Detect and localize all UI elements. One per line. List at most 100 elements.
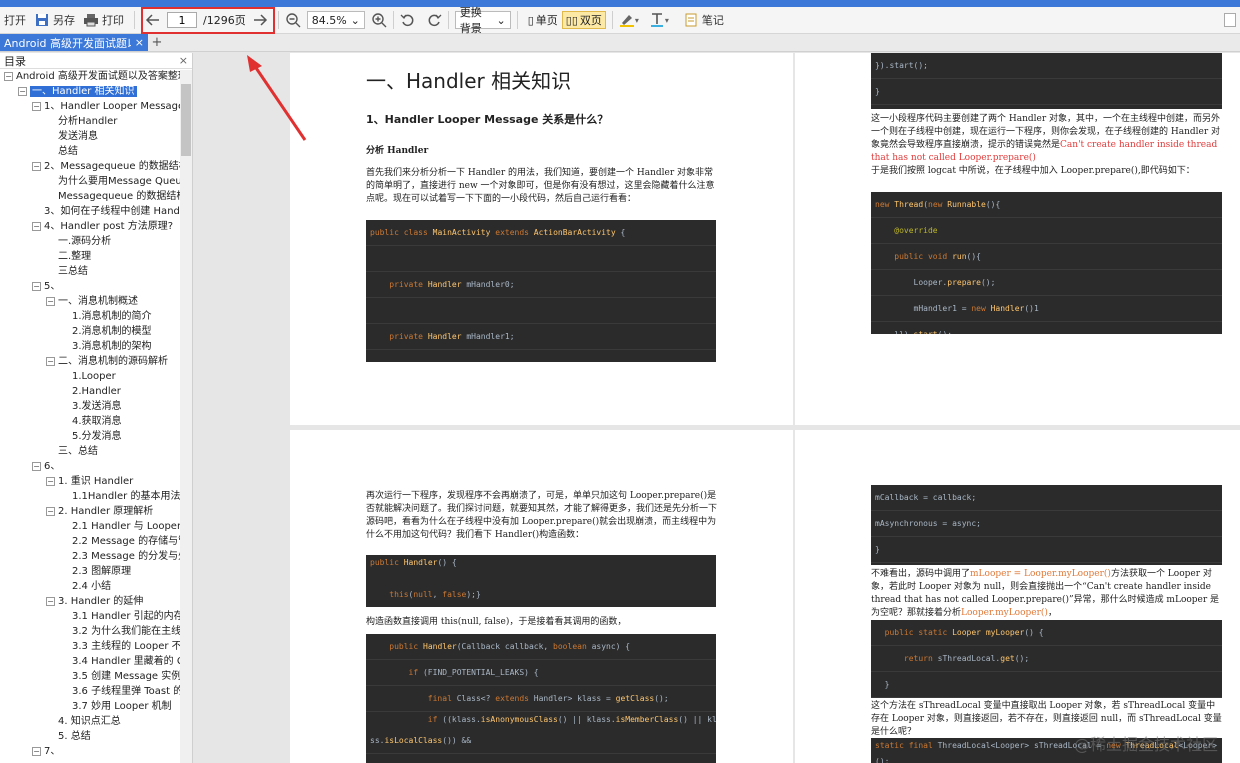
toc-item[interactable]: −2、Messagequeue 的数据结构是 bbox=[0, 159, 180, 174]
collapse-icon[interactable]: − bbox=[46, 476, 55, 486]
collapse-icon[interactable]: − bbox=[46, 356, 55, 366]
code-block: mCallback = callback; mAsynchronous = as… bbox=[871, 485, 1222, 565]
toc-item[interactable]: 3.消息机制的架构 bbox=[0, 339, 180, 354]
add-tab-button[interactable]: + bbox=[148, 34, 166, 51]
toc-item[interactable]: 4. 知识点汇总 bbox=[0, 714, 180, 729]
toc-item[interactable]: −2. Handler 原理解析 bbox=[0, 504, 180, 519]
toc-item[interactable]: 3.2 为什么我们能在主线程 bbox=[0, 624, 180, 639]
toc-item[interactable]: 为什么要用Message Queue bbox=[0, 174, 180, 189]
toc-item[interactable]: 3.5 创建 Message 实例的 bbox=[0, 669, 180, 684]
rotate-right-icon[interactable] bbox=[426, 12, 442, 28]
toc-item[interactable]: 3、如何在子线程中创建 Handler? bbox=[0, 204, 180, 219]
toc-item[interactable]: −1、Handler Looper Message 关 bbox=[0, 99, 180, 114]
zoom-out-icon[interactable] bbox=[285, 12, 301, 28]
toc-item[interactable]: 2.Handler bbox=[0, 384, 180, 399]
collapse-icon[interactable]: − bbox=[46, 296, 55, 306]
paragraph: 再次运行一下程序，发现程序不会再崩溃了，可是，单单只加这句 Looper.pre… bbox=[366, 491, 718, 540]
chevron-down-icon[interactable]: ▾ bbox=[635, 16, 639, 25]
collapse-icon[interactable]: − bbox=[46, 596, 55, 606]
collapse-icon[interactable]: − bbox=[32, 746, 41, 756]
toc-item[interactable]: −4、Handler post 方法原理? bbox=[0, 219, 180, 234]
chevron-down-icon[interactable]: ▾ bbox=[665, 16, 669, 25]
double-page-icon: ▯▯ bbox=[565, 13, 578, 27]
save-as-button[interactable]: 另存 bbox=[30, 9, 79, 31]
toc-item[interactable]: −5、 bbox=[0, 279, 180, 294]
single-page-toggle[interactable]: ▯ 单页 bbox=[524, 11, 562, 29]
toc-item[interactable]: 3.1 Handler 引起的内存泄 bbox=[0, 609, 180, 624]
toc-item[interactable]: 三、总结 bbox=[0, 444, 180, 459]
chevron-down-icon: ⌄ bbox=[350, 13, 360, 27]
sidebar-scrollbar[interactable] bbox=[180, 70, 192, 763]
toc-item-label: 1.1Handler 的基本用法 bbox=[72, 491, 180, 502]
toc-item[interactable]: 2.1 Handler 与 Looper 的 bbox=[0, 519, 180, 534]
highlighter-icon[interactable] bbox=[619, 12, 635, 28]
collapse-icon[interactable]: − bbox=[32, 161, 41, 171]
toc-item[interactable]: 1.1Handler 的基本用法 bbox=[0, 489, 180, 504]
background-select[interactable]: 更换背景 ⌄ bbox=[454, 6, 511, 35]
code-line: final Class<? extends Handler> klass = g… bbox=[366, 686, 716, 712]
toc-item-label: 2.3 图解原理 bbox=[72, 566, 132, 577]
close-icon[interactable]: × bbox=[179, 54, 188, 67]
zoom-in-icon[interactable] bbox=[371, 12, 387, 28]
section-heading: 1、Handler Looper Message 关系是什么？ bbox=[366, 113, 609, 126]
page-3: 再次运行一下程序，发现程序不会再崩溃了，可是，单单只加这句 Looper.pre… bbox=[290, 430, 793, 763]
open-button[interactable]: 打开 bbox=[0, 9, 30, 31]
toc-item[interactable]: −3. Handler 的延伸 bbox=[0, 594, 180, 609]
collapse-icon[interactable]: − bbox=[32, 101, 41, 111]
toc-item[interactable]: 二.整理 bbox=[0, 249, 180, 264]
toc-item[interactable]: 总结 bbox=[0, 144, 180, 159]
rotate-left-icon[interactable] bbox=[400, 12, 416, 28]
toc-item[interactable]: 2.3 图解原理 bbox=[0, 564, 180, 579]
toc-item[interactable]: 3.发送消息 bbox=[0, 399, 180, 414]
toc-item[interactable]: 1.消息机制的简介 bbox=[0, 309, 180, 324]
toc-item[interactable]: 2.3 Message 的分发与处理 bbox=[0, 549, 180, 564]
toc-item[interactable]: −7、 bbox=[0, 744, 180, 759]
toc-item[interactable]: 一.源码分析 bbox=[0, 234, 180, 249]
code-line: }).start(); bbox=[871, 53, 1222, 79]
tab-bar: Android 高级开发面试题以及答 × + bbox=[0, 34, 1240, 52]
toc-item[interactable]: 4.获取消息 bbox=[0, 414, 180, 429]
tab-document[interactable]: Android 高级开发面试题以及答 × bbox=[0, 34, 148, 51]
close-icon[interactable]: × bbox=[135, 36, 144, 49]
collapse-icon[interactable]: − bbox=[4, 71, 13, 81]
toc-item[interactable]: 3.3 主线程的 Looper 不允 bbox=[0, 639, 180, 654]
zoom-select[interactable]: 84.5% ⌄ bbox=[306, 11, 365, 29]
toc-item[interactable]: −1. 重识 Handler bbox=[0, 474, 180, 489]
note-icon bbox=[683, 12, 699, 28]
toc-item[interactable]: − 一、Handler 相关知识 bbox=[0, 84, 180, 99]
toc-item[interactable]: 1.Looper bbox=[0, 369, 180, 384]
paragraph: 于是我们按照 logcat 中所说，在子线程中加入 Looper.prepare… bbox=[871, 166, 1195, 176]
toc-item[interactable]: − 二、消息机制的源码解析 bbox=[0, 354, 180, 369]
toc-item[interactable]: 2.4 小结 bbox=[0, 579, 180, 594]
collapse-icon[interactable]: − bbox=[18, 86, 27, 96]
toc-item[interactable]: 分析Handler bbox=[0, 114, 180, 129]
toc-item[interactable]: 三总结 bbox=[0, 264, 180, 279]
code-line: } bbox=[871, 537, 1222, 563]
toc-item-label: 4. 知识点汇总 bbox=[58, 716, 121, 727]
toc-item[interactable]: 2.消息机制的模型 bbox=[0, 324, 180, 339]
toc-item-label: Android 高级开发面试题以及答案整理 bbox=[16, 71, 180, 82]
collapse-icon[interactable]: − bbox=[32, 281, 41, 291]
toc-item[interactable]: 5.分发消息 bbox=[0, 429, 180, 444]
code-line: return sThreadLocal.get(); bbox=[871, 646, 1222, 672]
panel-toggle-icon[interactable] bbox=[1224, 13, 1236, 27]
collapse-icon[interactable]: − bbox=[32, 221, 41, 231]
toc-item[interactable]: 发送消息 bbox=[0, 129, 180, 144]
toc-item[interactable]: 3.4 Handler 里藏着的 Call bbox=[0, 654, 180, 669]
print-button[interactable]: 打印 bbox=[79, 9, 128, 31]
toc-item[interactable]: −6、 bbox=[0, 459, 180, 474]
toc-item[interactable]: 3.6 子线程里弹 Toast 的正 bbox=[0, 684, 180, 699]
text-color-icon[interactable] bbox=[649, 12, 665, 28]
toc-item-label: 1. 重识 Handler bbox=[58, 476, 134, 487]
toc-item[interactable]: 2.2 Message 的存储与管理 bbox=[0, 534, 180, 549]
collapse-icon[interactable]: − bbox=[32, 461, 41, 471]
scrollbar-thumb[interactable] bbox=[181, 84, 191, 156]
toc-item[interactable]: − Android 高级开发面试题以及答案整理 bbox=[0, 69, 180, 84]
collapse-icon[interactable]: − bbox=[46, 506, 55, 516]
toc-item[interactable]: − 一、消息机制概述 bbox=[0, 294, 180, 309]
toc-item[interactable]: 3.7 妙用 Looper 机制 bbox=[0, 699, 180, 714]
notes-button[interactable]: 笔记 bbox=[679, 9, 728, 31]
toc-item[interactable]: 5. 总结 bbox=[0, 729, 180, 744]
toc-item[interactable]: Messagequeue 的数据结构是 bbox=[0, 189, 180, 204]
double-page-toggle[interactable]: ▯▯ 双页 bbox=[561, 11, 606, 29]
